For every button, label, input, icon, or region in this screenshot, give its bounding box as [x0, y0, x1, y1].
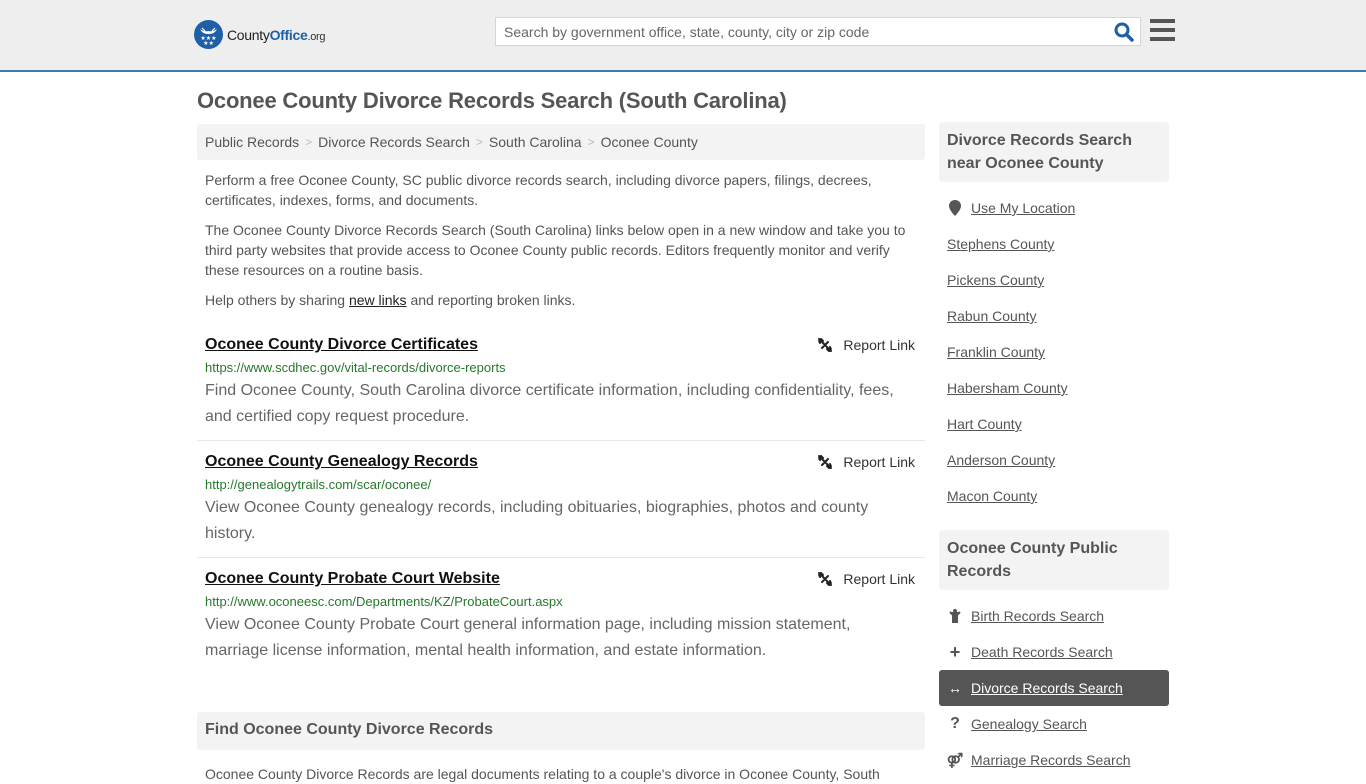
share-links-paragraph: Help others by sharing new links and rep… — [205, 292, 576, 308]
nearby-county-link[interactable]: Macon County — [947, 488, 1037, 504]
broken-link-icon — [818, 337, 833, 353]
nearby-heading: Divorce Records Search near Oconee Count… — [939, 122, 1169, 182]
resource-link-item: Oconee County Divorce Certificates Repor… — [197, 324, 925, 441]
public-records-heading: Oconee County Public Records — [939, 530, 1169, 590]
child-icon — [947, 609, 963, 623]
hamburger-menu-icon — [1150, 19, 1175, 23]
breadcrumb-divorce-records-search[interactable]: Divorce Records Search — [318, 134, 470, 150]
resource-link-description: View Oconee County genealogy records, in… — [205, 499, 869, 542]
breadcrumb-separator: > — [587, 135, 595, 149]
resource-link-url: http://www.oconeesc.com/Departments/KZ/P… — [205, 594, 563, 609]
intro-paragraph: Perform a free Oconee County, SC public … — [205, 172, 872, 208]
svg-text:★★: ★★ — [203, 40, 214, 47]
nearby-county-link[interactable]: Pickens County — [947, 272, 1044, 288]
broken-link-icon — [818, 571, 833, 587]
report-link-button[interactable]: Report Link — [817, 337, 915, 353]
site-logo[interactable]: ★★★ ★★ CountyOffice.org — [194, 20, 326, 49]
sidebar-item-divorce-records[interactable]: ↔ Divorce Records Search — [939, 670, 1169, 706]
eagle-logo-icon: ★★★ ★★ — [194, 20, 223, 49]
resource-link-url: https://www.scdhec.gov/vital-records/div… — [205, 360, 506, 375]
use-my-location-item[interactable]: Use My Location — [939, 190, 1169, 226]
intro-text: Perform a free Oconee County, SC public … — [197, 170, 925, 310]
plus-icon: + — [949, 641, 961, 662]
use-my-location-link[interactable]: Use My Location — [971, 200, 1075, 216]
question-icon: ? — [950, 715, 960, 732]
resource-link-description: View Oconee County Probate Court general… — [205, 616, 851, 659]
sidebar-link[interactable]: Marriage Records Search — [971, 752, 1131, 768]
nearby-list: Use My Location Stephens County Pickens … — [939, 190, 1169, 514]
breadcrumb-separator: > — [305, 135, 313, 149]
resource-link-url: http://genealogytrails.com/scar/oconee/ — [205, 477, 432, 492]
sidebar-item-genealogy[interactable]: ? Genealogy Search — [939, 706, 1169, 742]
resource-link-title[interactable]: Oconee County Probate Court Website — [205, 570, 500, 587]
nearby-county-item[interactable]: Habersham County — [939, 370, 1169, 406]
nearby-county-item[interactable]: Franklin County — [939, 334, 1169, 370]
site-header: ★★★ ★★ CountyOffice.org — [0, 0, 1366, 72]
nearby-county-link[interactable]: Habersham County — [947, 380, 1068, 396]
resource-links-list: Oconee County Divorce Certificates Repor… — [197, 324, 925, 674]
resource-link-description: Find Oconee County, South Carolina divor… — [205, 382, 894, 425]
nearby-county-item[interactable]: Rabun County — [939, 298, 1169, 334]
breadcrumb-south-carolina[interactable]: South Carolina — [489, 134, 582, 150]
nearby-county-link[interactable]: Stephens County — [947, 236, 1054, 252]
find-records-heading: Find Oconee County Divorce Records — [197, 712, 925, 750]
search-input[interactable] — [496, 18, 1096, 45]
broken-link-icon — [818, 454, 833, 470]
nearby-county-link[interactable]: Rabun County — [947, 308, 1037, 324]
nearby-county-link[interactable]: Anderson County — [947, 452, 1055, 468]
resource-link-title[interactable]: Oconee County Divorce Certificates — [205, 336, 478, 353]
sidebar-link[interactable]: Birth Records Search — [971, 608, 1104, 624]
breadcrumb-public-records[interactable]: Public Records — [205, 134, 299, 150]
nearby-county-item[interactable]: Anderson County — [939, 442, 1169, 478]
map-marker-icon — [947, 200, 963, 216]
search-bar — [495, 17, 1141, 46]
nearby-county-link[interactable]: Hart County — [947, 416, 1022, 432]
search-button[interactable] — [1114, 22, 1134, 42]
sidebar: Divorce Records Search near Oconee Count… — [939, 122, 1169, 778]
arrows-horizontal-icon: ↔ — [948, 680, 962, 696]
public-records-list: Birth Records Search + Death Records Sea… — [939, 598, 1169, 778]
search-icon — [1114, 22, 1134, 42]
nearby-county-item[interactable]: Pickens County — [939, 262, 1169, 298]
resource-link-item: Oconee County Genealogy Records Report L… — [197, 441, 925, 558]
main-content: Public Records > Divorce Records Search … — [197, 124, 925, 784]
new-links-link[interactable]: new links — [349, 292, 407, 308]
sidebar-link[interactable]: Genealogy Search — [971, 716, 1087, 732]
breadcrumb-oconee-county[interactable]: Oconee County — [601, 134, 698, 150]
sidebar-link[interactable]: Divorce Records Search — [971, 680, 1123, 696]
nearby-county-link[interactable]: Franklin County — [947, 344, 1045, 360]
resource-link-item: Oconee County Probate Court Website Repo… — [197, 558, 925, 674]
page-title: Oconee County Divorce Records Search (So… — [197, 88, 787, 113]
report-link-button[interactable]: Report Link — [817, 571, 915, 587]
nearby-county-item[interactable]: Macon County — [939, 478, 1169, 514]
intro-paragraph: The Oconee County Divorce Records Search… — [205, 222, 906, 278]
logo-text: CountyOffice.org — [227, 26, 326, 43]
sidebar-item-marriage-records[interactable]: ⚤ Marriage Records Search — [939, 742, 1169, 778]
venus-mars-icon: ⚤ — [946, 751, 964, 768]
breadcrumb: Public Records > Divorce Records Search … — [197, 124, 925, 160]
resource-link-title[interactable]: Oconee County Genealogy Records — [205, 453, 478, 470]
breadcrumb-separator: > — [475, 135, 483, 149]
sidebar-link[interactable]: Death Records Search — [971, 644, 1113, 660]
hamburger-menu-button[interactable] — [1150, 19, 1175, 42]
nearby-county-item[interactable]: Stephens County — [939, 226, 1169, 262]
sidebar-item-death-records[interactable]: + Death Records Search — [939, 634, 1169, 670]
nearby-county-item[interactable]: Hart County — [939, 406, 1169, 442]
sidebar-item-birth-records[interactable]: Birth Records Search — [939, 598, 1169, 634]
find-records-text: Oconee County Divorce Records are legal … — [205, 766, 880, 782]
report-link-button[interactable]: Report Link — [817, 454, 915, 470]
